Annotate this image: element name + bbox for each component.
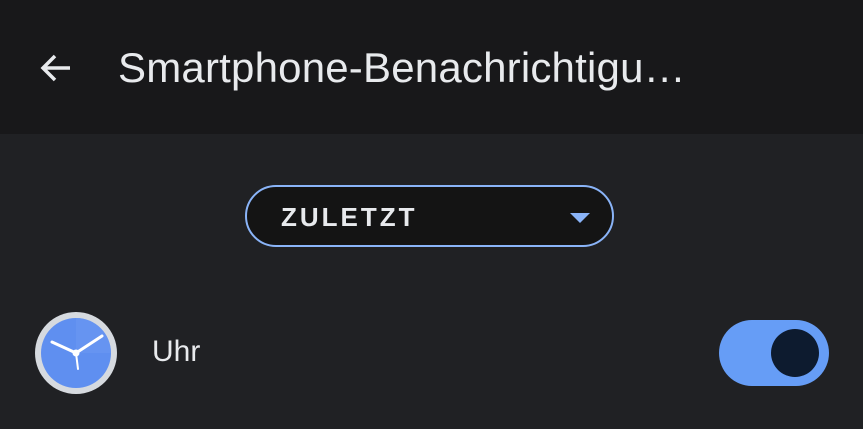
filter-dropdown[interactable]: ZULETZT <box>245 185 614 247</box>
app-name: Uhr <box>152 335 201 368</box>
notification-toggle[interactable] <box>719 320 829 386</box>
page-title: Smartphone-Benachrichtigu… <box>118 44 686 91</box>
app-list-item[interactable]: Uhr <box>0 300 863 410</box>
app-bar: Smartphone-Benachrichtigu… <box>0 0 863 134</box>
dropdown-arrow-icon <box>570 213 590 223</box>
arrow-back-icon <box>40 54 70 82</box>
back-button[interactable] <box>28 40 84 96</box>
toggle-thumb <box>771 329 819 377</box>
clock-icon <box>35 312 117 394</box>
filter-selected-label: ZULETZT <box>281 202 418 232</box>
